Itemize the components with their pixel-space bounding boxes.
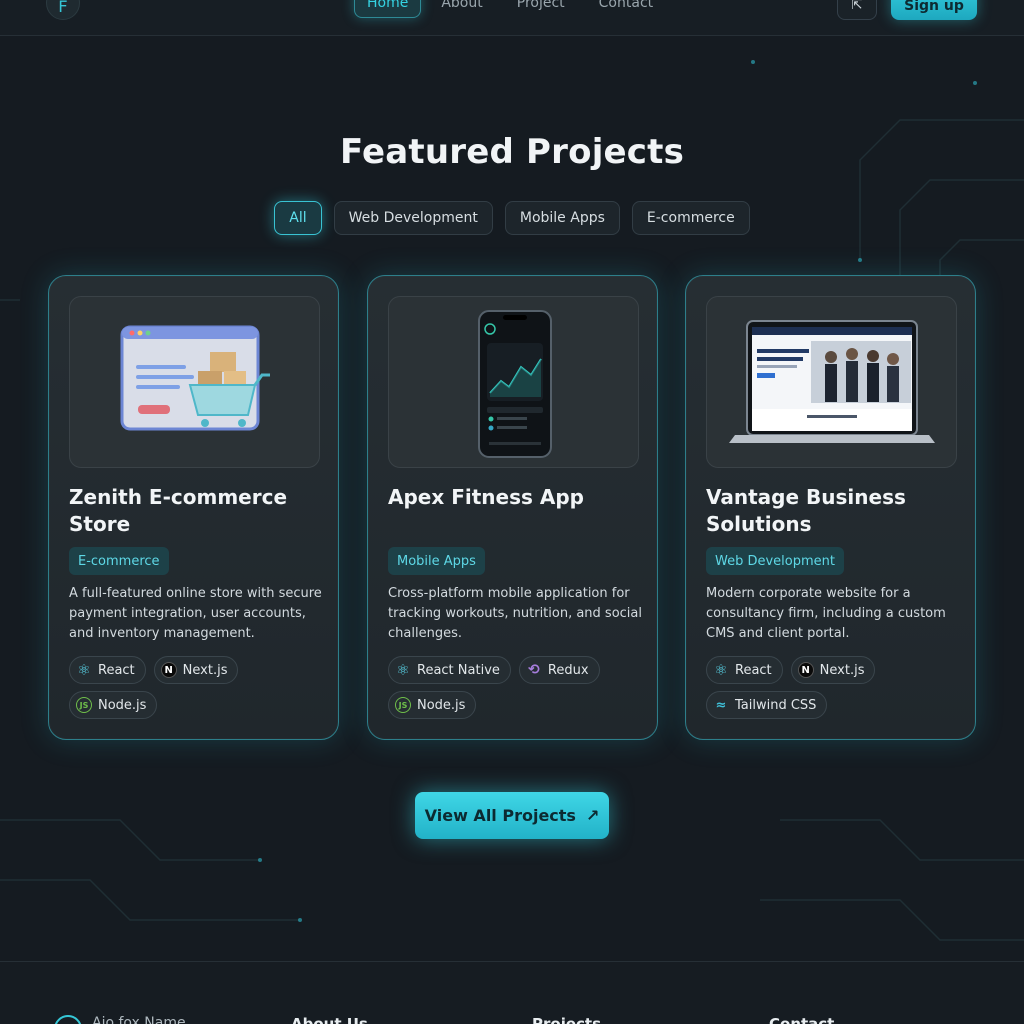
project-description: Cross-platform mobile application for tr… <box>388 586 642 641</box>
react-icon: ⚛ <box>714 661 728 679</box>
nodejs-icon: JS <box>395 697 411 713</box>
login-icon: ⇱ <box>851 0 863 13</box>
project-description: A full-featured online store with secure… <box>69 586 322 641</box>
tech-label: Redux <box>547 662 589 678</box>
react-icon: ⚛ <box>77 661 91 679</box>
top-navbar: F Home About Project Contact ⇱ Sign up <box>0 0 1024 36</box>
project-category-badge: E-commerce <box>69 547 169 575</box>
filter-mobile-apps[interactable]: Mobile Apps <box>504 201 620 235</box>
nodejs-icon: JS <box>76 697 92 713</box>
logo-icon: F <box>58 0 68 16</box>
project-thumbnail <box>69 296 320 468</box>
project-category-badge: Web Development <box>706 547 844 575</box>
project-thumbnail <box>706 296 957 468</box>
tech-label: Next.js <box>819 662 865 678</box>
login-icon-button[interactable]: ⇱ <box>837 0 877 20</box>
filter-ecommerce[interactable]: E-commerce <box>631 201 750 235</box>
logo[interactable]: F <box>46 0 80 20</box>
nav-contact[interactable]: Contact <box>599 0 653 17</box>
footer-col-projects[interactable]: Projects <box>532 1015 601 1024</box>
section-title: Featured Projects <box>339 132 685 172</box>
footer-col-contact[interactable]: Contact <box>769 1015 834 1024</box>
tech-label: React <box>98 662 135 678</box>
nav-about[interactable]: About <box>441 0 482 17</box>
laptop-website-illustration <box>729 320 935 443</box>
tech-chip-redux: ⟲ Redux <box>518 656 600 684</box>
tech-label: Next.js <box>182 662 228 678</box>
view-all-projects-button[interactable]: View All Projects ↗ <box>415 792 609 839</box>
phone-app-illustration <box>478 310 552 458</box>
tech-chip-nodejs: JS Node.js <box>388 691 477 719</box>
tech-stack: ⚛ React N Next.js JS Node.js <box>69 656 324 719</box>
footer-brand: Ajo fox Name <box>92 1015 186 1024</box>
project-description: Modern corporate website for a consultan… <box>706 586 946 641</box>
tech-chip-nextjs: N Next.js <box>790 656 876 684</box>
footer-logo-icon <box>54 1015 82 1024</box>
tech-stack: ⚛ React Native ⟲ Redux JS Node.js <box>388 656 643 719</box>
tailwind-icon: ≈ <box>715 697 727 713</box>
nextjs-icon: N <box>797 662 814 678</box>
nav-project[interactable]: Project <box>517 0 565 17</box>
tech-chip-tailwind: ≈ Tailwind CSS <box>706 691 828 719</box>
tech-label: React <box>735 662 772 678</box>
project-title: Vantage Business Solutions <box>706 485 906 536</box>
project-thumbnail <box>388 296 639 468</box>
arrow-up-right-icon: ↗ <box>585 806 600 825</box>
filter-web-development[interactable]: Web Development <box>333 201 493 235</box>
tech-label: React Native <box>417 662 500 678</box>
tech-chip-react: ⚛ React <box>69 656 146 684</box>
signup-button[interactable]: Sign up <box>891 0 977 20</box>
footer-col-about[interactable]: About Us <box>291 1015 368 1024</box>
cta-label: View All Projects <box>424 806 576 825</box>
nav-home[interactable]: Home <box>354 0 422 18</box>
redux-icon: ⟲ <box>528 662 540 678</box>
project-card-zenith[interactable]: Zenith E-commerce Store E-commerce A ful… <box>48 275 339 740</box>
tech-stack: ⚛ React N Next.js ≈ Tailwind CSS <box>706 656 961 719</box>
tech-chip-nextjs: N Next.js <box>153 656 239 684</box>
tech-chip-react-native: ⚛ React Native <box>388 656 511 684</box>
main-nav: Home About Project Contact <box>354 0 687 18</box>
tech-chip-nodejs: JS Node.js <box>69 691 158 719</box>
footer: Ajo fox Name About Us Projects Contact <box>0 961 1024 1024</box>
project-card-apex[interactable]: Apex Fitness App Mobile Apps Cross-platf… <box>367 275 658 740</box>
shopping-cart-illustration <box>120 325 270 431</box>
tech-label: Node.js <box>417 697 466 713</box>
tech-chip-react: ⚛ React <box>706 656 783 684</box>
project-card-vantage[interactable]: Vantage Business Solutions Web Developme… <box>685 275 976 740</box>
filter-all[interactable]: All <box>274 201 322 235</box>
project-filters: All Web Development Mobile Apps E-commer… <box>0 201 1024 235</box>
nextjs-icon: N <box>160 662 177 678</box>
tech-label: Node.js <box>98 697 147 713</box>
react-icon: ⚛ <box>396 661 410 679</box>
project-category-badge: Mobile Apps <box>388 547 485 575</box>
project-title: Zenith E-commerce Store <box>69 485 288 536</box>
tech-label: Tailwind CSS <box>735 697 817 713</box>
project-title: Apex Fitness App <box>388 485 584 509</box>
